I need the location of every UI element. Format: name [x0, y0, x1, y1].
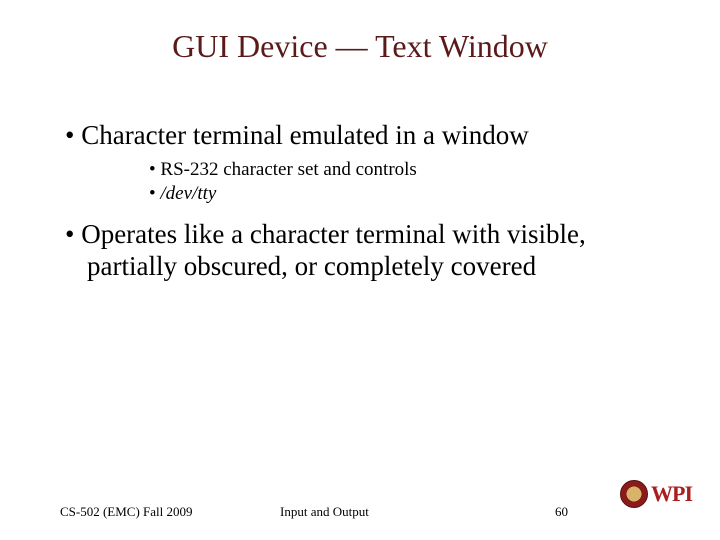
bullet-item: Character terminal emulated in a window …: [65, 120, 665, 205]
bullet-item: Operates like a character terminal with …: [65, 219, 665, 283]
bullet-text: Character terminal emulated in a window: [81, 120, 529, 150]
bullet-subitem: RS-232 character set and controls: [149, 158, 665, 182]
bullet-text: /dev/tty: [160, 183, 216, 204]
wpi-seal-icon: [620, 480, 648, 508]
bullet-list-level2: RS-232 character set and controls /dev/t…: [87, 158, 665, 206]
slide: GUI Device — Text Window Character termi…: [0, 0, 720, 540]
footer-topic: Input and Output: [280, 504, 369, 520]
footer-course: CS-502 (EMC) Fall 2009: [60, 504, 193, 520]
slide-body: Character terminal emulated in a window …: [65, 120, 665, 289]
bullet-list-level1: Character terminal emulated in a window …: [65, 120, 665, 283]
bullet-subitem: /dev/tty: [149, 182, 665, 206]
wpi-logo: WPI: [620, 480, 692, 508]
bullet-text: RS-232 character set and controls: [160, 159, 416, 180]
bullet-text: Operates like a character terminal with …: [81, 219, 586, 281]
footer-page-number: 60: [555, 504, 568, 520]
slide-title: GUI Device — Text Window: [0, 28, 720, 65]
wpi-logo-text: WPI: [651, 481, 692, 507]
